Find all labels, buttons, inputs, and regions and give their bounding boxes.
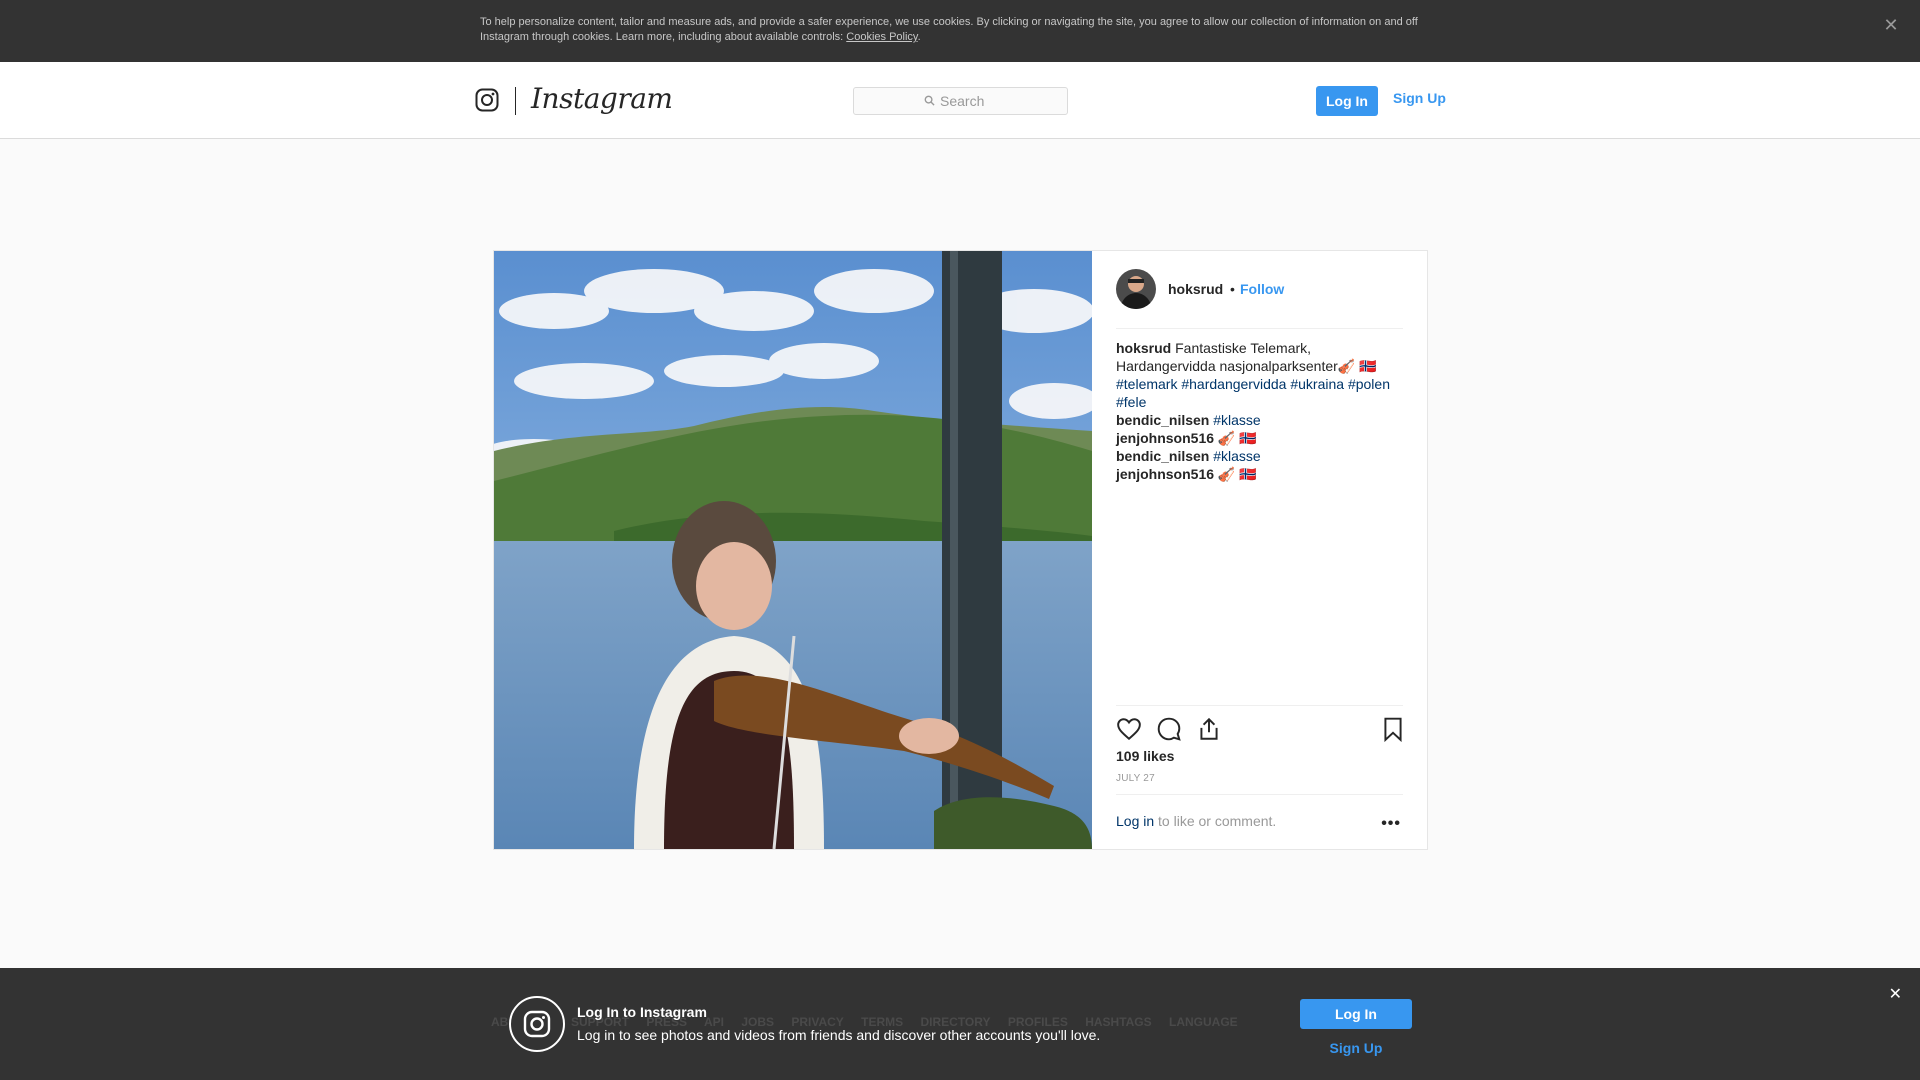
follow-button[interactable]: Follow (1240, 281, 1284, 297)
cookie-text: To help personalize content, tailor and … (480, 15, 1440, 45)
caption: hoksrud Fantastiske Telemark, Hardangerv… (1116, 339, 1406, 411)
separator-dot: • (1230, 281, 1235, 297)
avatar[interactable] (1116, 269, 1156, 309)
login-prompt: Log in to like or comment. (1116, 813, 1276, 829)
login-prompt-suffix: to like or comment. (1154, 813, 1277, 829)
comment-text[interactable]: #klasse (1213, 448, 1260, 464)
comment-text[interactable]: #klasse (1213, 412, 1260, 428)
comment-item: jenjohnson516 🎻 🇳🇴 (1116, 429, 1406, 447)
instagram-wordmark[interactable]: Instagram (531, 82, 673, 115)
comment-item: bendic_nilsen #klasse (1116, 447, 1406, 465)
cookie-message: To help personalize content, tailor and … (480, 16, 1418, 43)
post-username[interactable]: hoksrud (1168, 281, 1223, 297)
hashtag-ukraina[interactable]: #ukraina (1290, 376, 1344, 392)
login-link[interactable]: Log in (1116, 813, 1154, 829)
footer-link[interactable]: LANGUAGE (1169, 1015, 1238, 1029)
share-icon[interactable] (1196, 716, 1222, 742)
comment-icon[interactable] (1156, 716, 1182, 742)
comment-username[interactable]: bendic_nilsen (1116, 448, 1209, 464)
search-box[interactable] (853, 87, 1068, 115)
comment-item: jenjohnson516 🎻 🇳🇴 (1116, 465, 1406, 483)
banner-signup-link[interactable]: Sign Up (1300, 1040, 1412, 1056)
comment-username[interactable]: bendic_nilsen (1116, 412, 1209, 428)
instagram-glyph-icon[interactable] (475, 88, 499, 112)
comments-list: hoksrud Fantastiske Telemark, Hardangerv… (1116, 339, 1406, 483)
logo-divider (515, 87, 516, 115)
cookie-close-icon[interactable]: ✕ (1880, 14, 1902, 36)
comment-text: 🎻 🇳🇴 (1217, 430, 1257, 446)
post-photo[interactable] (494, 251, 1092, 849)
top-nav: Instagram Log In Sign Up (0, 62, 1920, 139)
heart-icon[interactable] (1116, 716, 1142, 742)
banner-login-button[interactable]: Log In (1300, 999, 1412, 1029)
signup-link[interactable]: Sign Up (1393, 90, 1446, 106)
hashtag-polen[interactable]: #polen (1348, 376, 1390, 392)
hashtag-fele[interactable]: #fele (1116, 394, 1146, 410)
cookie-suffix: . (917, 31, 921, 43)
cookie-banner: To help personalize content, tailor and … (0, 0, 1920, 62)
comment-username[interactable]: jenjohnson516 (1116, 430, 1214, 446)
post-image (494, 251, 1092, 849)
login-button[interactable]: Log In (1316, 86, 1378, 116)
banner-title: Log In to Instagram (577, 1004, 707, 1020)
comment-item: bendic_nilsen #klasse (1116, 411, 1406, 429)
instagram-glyph-icon (509, 996, 565, 1052)
post-date: JULY 27 (1116, 773, 1155, 784)
hashtag-telemark[interactable]: #telemark (1116, 376, 1177, 392)
cookies-policy-link[interactable]: Cookies Policy (846, 31, 917, 43)
hashtag-hardangervidda[interactable]: #hardangervidda (1181, 376, 1286, 392)
login-to-comment: Log in to like or comment. ••• (1116, 794, 1403, 848)
banner-subtitle: Log in to see photos and videos from fri… (577, 1027, 1101, 1043)
caption-username[interactable]: hoksrud (1116, 340, 1171, 356)
bookmark-icon[interactable] (1380, 716, 1406, 742)
post-header: hoksrud • Follow (1116, 269, 1403, 329)
login-banner: ABOUT US SUPPORT PRESS API JOBS PRIVACY … (0, 968, 1920, 1080)
comment-text: 🎻 🇳🇴 (1217, 466, 1257, 482)
likes-count[interactable]: 109 likes (1116, 748, 1174, 764)
banner-close-icon[interactable]: ✕ (1889, 984, 1902, 1004)
post-sidebar: hoksrud • Follow hoksrud Fantastiske Tel… (1092, 251, 1427, 849)
search-input[interactable] (940, 92, 1060, 110)
post-card: hoksrud • Follow hoksrud Fantastiske Tel… (493, 250, 1428, 850)
more-options-icon[interactable]: ••• (1381, 815, 1401, 833)
comment-username[interactable]: jenjohnson516 (1116, 466, 1214, 482)
search-icon (924, 95, 935, 106)
